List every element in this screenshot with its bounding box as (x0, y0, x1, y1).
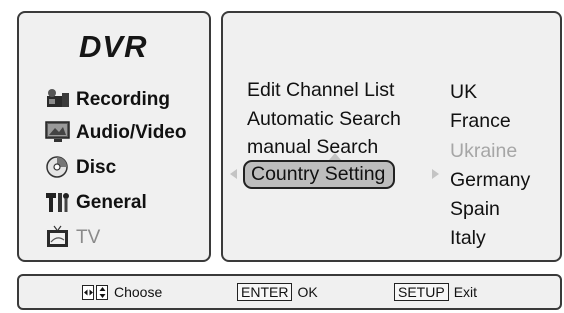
menu-item-audio-video[interactable]: Audio/Video (19, 118, 209, 148)
help-bar: Choose ENTER OK SETUP Exit (17, 274, 562, 310)
country-option-italy[interactable]: Italy (450, 227, 486, 250)
country-option-ukraine[interactable]: Ukraine (450, 140, 517, 163)
camera-icon (45, 87, 71, 111)
country-option-uk[interactable]: UK (450, 81, 477, 104)
enter-label: OK (297, 284, 318, 300)
choose-hint: Choose (82, 276, 162, 308)
country-option-france[interactable]: France (450, 110, 511, 133)
menu-item-tv[interactable]: TV (19, 223, 209, 253)
setup-key: SETUP (394, 283, 449, 301)
menu-item-label: Disc (76, 157, 117, 178)
setup-label: Exit (453, 284, 478, 300)
menu-item-disc[interactable]: Disc (19, 153, 209, 183)
submenu-item-country-setting[interactable]: Country Setting (243, 160, 396, 189)
tv-icon (45, 225, 71, 249)
country-option-spain[interactable]: Spain (450, 198, 500, 221)
tools-icon (45, 190, 71, 214)
menu-title: DVR (79, 29, 148, 64)
menu-item-label: Audio/Video (76, 122, 187, 143)
menu-item-general[interactable]: General (19, 188, 209, 218)
left-right-key-icon (82, 284, 94, 300)
setup-hint: SETUP Exit (394, 276, 477, 308)
menu-item-label: TV (76, 227, 101, 248)
right-arrow-icon (432, 169, 439, 179)
submenu-item-manual-search[interactable]: manual Search (247, 136, 378, 159)
country-option-germany[interactable]: Germany (450, 169, 530, 192)
navigation-keys (82, 284, 108, 300)
submenu-panel: Edit Channel List Automatic Search manua… (221, 11, 562, 262)
menu-item-label: General (76, 192, 147, 213)
enter-key: ENTER (237, 283, 293, 301)
disc-icon (45, 155, 71, 179)
monitor-icon (45, 120, 71, 144)
up-down-key-icon (96, 284, 108, 300)
choose-label: Choose (114, 284, 163, 300)
menu-item-label: Recording (76, 89, 170, 110)
up-arrow-icon (329, 153, 341, 160)
submenu-item-automatic-search[interactable]: Automatic Search (247, 108, 401, 131)
menu-item-recording[interactable]: Recording (19, 85, 209, 115)
enter-hint: ENTER OK (237, 276, 318, 308)
left-arrow-icon (230, 169, 237, 179)
main-menu-panel: DVR Recording Audio/Video Disc General T… (17, 11, 211, 262)
submenu-item-edit-channel-list[interactable]: Edit Channel List (247, 79, 394, 102)
